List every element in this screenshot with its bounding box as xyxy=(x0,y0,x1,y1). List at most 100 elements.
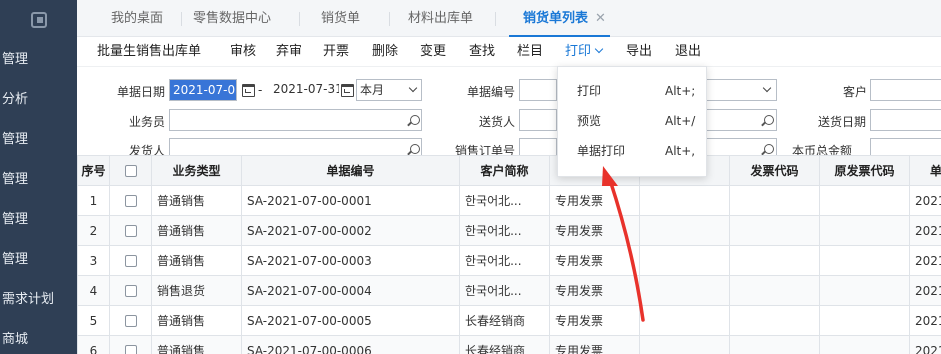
cell-date: 2021 xyxy=(909,305,941,336)
date-from-field[interactable]: 2021-07-01 xyxy=(169,79,237,101)
cell-select[interactable] xyxy=(109,215,152,246)
cell-business-type: 销售退货 xyxy=(151,275,242,306)
cell-select[interactable] xyxy=(109,305,152,336)
menu-item-doc-print[interactable]: 单据打印 Alt+, xyxy=(558,136,706,166)
deliverer-field[interactable] xyxy=(519,109,557,131)
cell-business-type: 普通销售 xyxy=(151,305,242,336)
invoice-button[interactable]: 开票 xyxy=(323,37,349,66)
sidebar-item[interactable]: 管理 xyxy=(0,120,77,160)
col-customer[interactable]: 客户简称 xyxy=(459,155,550,186)
cell-invoice-no xyxy=(639,275,730,306)
cell-invoice-type: 专用发票 xyxy=(549,245,640,276)
sidebar-item[interactable]: 需求计划 xyxy=(0,280,77,320)
menu-item-shortcut: Alt+, xyxy=(665,144,696,158)
calendar-icon[interactable] xyxy=(341,84,354,97)
table-row[interactable]: 5 普通销售SA-2021-07-00-0005长春经销商专用发票 2021 xyxy=(77,305,941,336)
tab-label: 销货单列表 xyxy=(523,11,589,26)
cell-date: 2021 xyxy=(909,275,941,306)
sidebar-item[interactable]: 分析 xyxy=(0,80,77,120)
print-menu-button[interactable]: 打印 xyxy=(565,37,604,66)
cell-orig-invoice-code xyxy=(819,185,910,216)
menu-item-preview[interactable]: 预览 Alt+/ xyxy=(558,106,706,136)
checkbox[interactable] xyxy=(124,195,137,207)
toolbar: 批量生销售出库单 审核 弃审 开票 删除 变更 查找 栏目 打印 导出 退出 xyxy=(77,37,941,66)
collapse-sidebar-icon[interactable] xyxy=(0,0,77,40)
cell-business-type: 普通销售 xyxy=(151,245,242,276)
tab-bar: 我的桌面 零售数据中心 销货单 材料出库单 销货单列表 ✕ xyxy=(77,0,941,37)
checkbox[interactable] xyxy=(124,165,137,177)
col-seq: 序号 xyxy=(77,155,110,186)
sidebar-item[interactable]: 商城 xyxy=(0,320,77,354)
sidebar-item[interactable]: 管理 xyxy=(0,240,77,280)
close-icon[interactable]: ✕ xyxy=(595,11,606,26)
delete-button[interactable]: 删除 xyxy=(372,37,398,66)
col-invoice-code[interactable]: 发票代码 xyxy=(729,155,820,186)
checkbox[interactable] xyxy=(124,225,137,237)
sidebar-item[interactable]: 管理 xyxy=(0,40,77,80)
audit-button[interactable]: 审核 xyxy=(230,37,256,66)
doc-no-field[interactable] xyxy=(519,79,557,101)
cell-customer: 한국어北... xyxy=(459,185,550,216)
table-row[interactable]: 6 普通销售SA-2021-07-00-0006长春经销商专用发票 2021 xyxy=(77,335,941,354)
cell-customer: 한국어北... xyxy=(459,245,550,276)
cell-select[interactable] xyxy=(109,275,152,306)
tab-sales-order[interactable]: 销货单 xyxy=(321,0,360,37)
cell-seq: 4 xyxy=(77,275,110,306)
search-icon[interactable] xyxy=(410,144,420,154)
salesman-field[interactable] xyxy=(169,109,422,131)
cell-invoice-code xyxy=(729,245,820,276)
col-date[interactable]: 单 xyxy=(909,155,941,186)
col-select-all[interactable] xyxy=(109,155,152,186)
delivery-date-field[interactable] xyxy=(870,109,941,131)
table-row[interactable]: 3 普通销售SA-2021-07-00-0003한국어北...专用发票 2021 xyxy=(77,245,941,276)
col-doc-no[interactable]: 单据编号 xyxy=(241,155,460,186)
export-button[interactable]: 导出 xyxy=(626,37,652,66)
date-separator: - xyxy=(258,83,263,97)
menu-item-label: 预览 xyxy=(577,114,602,128)
cell-business-type: 普通销售 xyxy=(151,215,242,246)
search-icon[interactable] xyxy=(764,115,774,125)
checkbox[interactable] xyxy=(124,315,137,327)
date-to-field[interactable]: 2021-07-31 xyxy=(267,79,339,101)
chevron-down-icon xyxy=(594,44,604,54)
tab-material-outbound[interactable]: 材料出库单 xyxy=(408,0,473,37)
sidebar-item[interactable]: 管理 xyxy=(0,160,77,200)
cell-orig-invoice-code xyxy=(819,245,910,276)
calendar-icon[interactable] xyxy=(242,84,255,97)
unaudit-button[interactable]: 弃审 xyxy=(276,37,302,66)
cell-select[interactable] xyxy=(109,245,152,276)
change-button[interactable]: 变更 xyxy=(420,37,446,66)
cell-invoice-no xyxy=(639,335,730,354)
search-icon[interactable] xyxy=(764,144,774,154)
cell-business-type: 普通销售 xyxy=(151,335,242,354)
exit-button[interactable]: 退出 xyxy=(675,37,701,66)
checkbox[interactable] xyxy=(124,255,137,267)
cell-customer: 长春经销商 xyxy=(459,335,550,354)
find-button[interactable]: 查找 xyxy=(469,37,495,66)
customer-field[interactable] xyxy=(870,79,941,101)
cell-doc-no: SA-2021-07-00-0004 xyxy=(241,275,460,306)
cell-invoice-no xyxy=(639,245,730,276)
cell-invoice-type: 专用发票 xyxy=(549,185,640,216)
sidebar-item[interactable]: 管理 xyxy=(0,200,77,240)
print-dropdown-menu: 打印 Alt+; 预览 Alt+/ 单据打印 Alt+, xyxy=(557,66,707,177)
tab-sales-order-list[interactable]: 销货单列表 ✕ xyxy=(509,0,610,37)
checkbox[interactable] xyxy=(124,345,137,354)
menu-item-print[interactable]: 打印 Alt+; xyxy=(558,76,706,106)
cell-select[interactable] xyxy=(109,335,152,354)
batch-outbound-button[interactable]: 批量生销售出库单 xyxy=(97,37,201,66)
table-row[interactable]: 1 普通销售SA-2021-07-00-0001한국어北...专用发票 2021 xyxy=(77,185,941,216)
tab-retail-data-center[interactable]: 零售数据中心 xyxy=(193,0,271,37)
table-row[interactable]: 2 普通销售SA-2021-07-00-0002한국어北...专用发票 2021 xyxy=(77,215,941,246)
columns-button[interactable]: 栏目 xyxy=(517,37,543,66)
tab-desktop[interactable]: 我的桌面 xyxy=(111,0,163,37)
col-orig-invoice-code[interactable]: 原发票代码 xyxy=(819,155,910,186)
col-business-type[interactable]: 业务类型 xyxy=(151,155,242,186)
cell-select[interactable] xyxy=(109,185,152,216)
cell-customer: 한국어北... xyxy=(459,275,550,306)
table-row[interactable]: 4 销售退货SA-2021-07-00-0004한국어北...专用发票 2021 xyxy=(77,275,941,306)
checkbox[interactable] xyxy=(124,285,137,297)
cell-date: 2021 xyxy=(909,245,941,276)
cell-orig-invoice-code xyxy=(819,275,910,306)
search-icon[interactable] xyxy=(410,115,420,125)
